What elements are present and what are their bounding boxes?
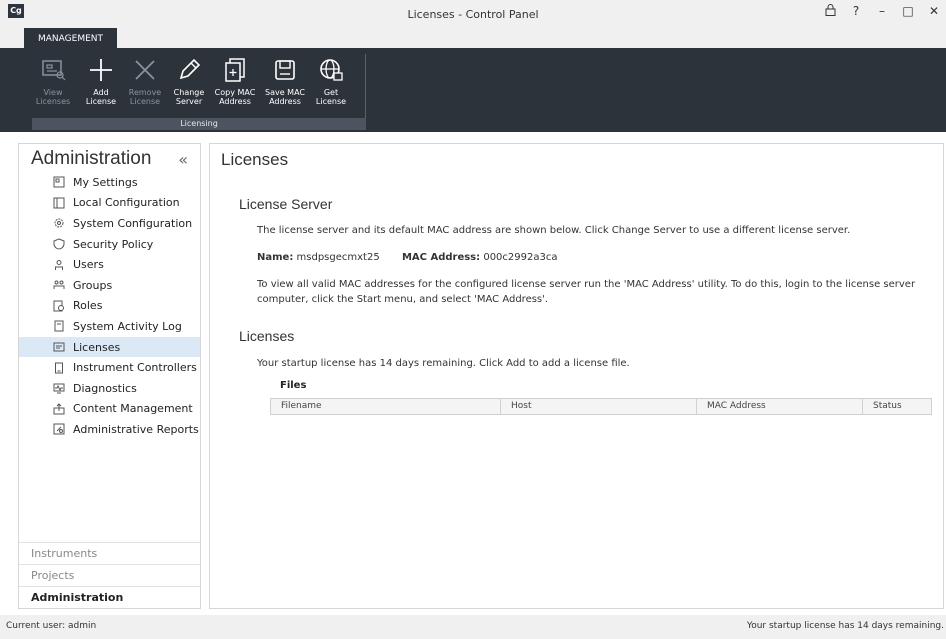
- local-config-icon: [53, 197, 65, 209]
- roles-icon: [53, 300, 64, 312]
- content-icon: [53, 403, 65, 415]
- sidebar-item-system-activity-log[interactable]: System Activity Log: [19, 316, 200, 337]
- copy-icon: [225, 58, 245, 82]
- minimize-button[interactable]: –: [876, 4, 888, 19]
- save-mac-address-button[interactable]: Save MAC Address: [264, 56, 306, 116]
- sidebar-item-security-policy[interactable]: Security Policy: [19, 234, 200, 255]
- sidebar-item-my-settings[interactable]: My Settings: [19, 172, 200, 193]
- mac-label: MAC Address:: [401, 252, 481, 263]
- view-licenses-button[interactable]: View Licenses: [32, 56, 74, 116]
- save-icon: [275, 60, 295, 80]
- column-host[interactable]: Host: [501, 399, 697, 414]
- lock-icon[interactable]: [824, 4, 836, 19]
- server-info: Name: msdpsgecmxt25 MAC Address: 000c299…: [257, 250, 937, 265]
- status-bar: Current user: admin Your startup license…: [0, 615, 946, 639]
- report-icon: [53, 423, 65, 435]
- ribbon-group-label: Licensing: [32, 118, 366, 130]
- settings-icon: [53, 176, 65, 188]
- ribbon: View Licenses Add License Remove License…: [0, 48, 946, 132]
- tab-management[interactable]: MANAGEMENT: [24, 28, 117, 48]
- group-icon: [53, 280, 65, 290]
- nav-sections: Instruments Projects Administration: [19, 542, 200, 608]
- controller-icon: [55, 362, 63, 374]
- licenses-heading: Licenses: [239, 328, 295, 344]
- close-button[interactable]: ✕: [928, 4, 940, 19]
- change-server-button[interactable]: Change Server: [168, 56, 210, 116]
- copy-mac-address-button[interactable]: Copy MAC Address: [214, 56, 256, 116]
- view-licenses-icon: [42, 60, 66, 81]
- status-license-remaining: Your startup license has 14 days remaini…: [746, 621, 944, 631]
- diagnostics-icon: [53, 383, 65, 394]
- user-icon: [55, 259, 63, 270]
- sidebar-item-content-management[interactable]: Content Management: [19, 399, 200, 420]
- collapse-icon[interactable]: «: [178, 150, 188, 169]
- files-label: Files: [280, 380, 307, 391]
- sidebar-list: My Settings Local Configuration System C…: [19, 172, 200, 440]
- window-title: Licenses - Control Panel: [407, 8, 539, 21]
- server-name: msdpsgecmxt25: [296, 252, 380, 263]
- shield-icon: [53, 238, 65, 250]
- ribbon-group-licensing: View Licenses Add License Remove License…: [32, 54, 366, 130]
- mac-help-text: To view all valid MAC addresses for the …: [257, 279, 916, 305]
- add-license-button[interactable]: Add License: [80, 56, 122, 116]
- column-filename[interactable]: Filename: [271, 399, 501, 414]
- nav-section-projects[interactable]: Projects: [19, 564, 200, 586]
- sidebar-item-users[interactable]: Users: [19, 254, 200, 275]
- mac-value: 000c2992a3ca: [483, 252, 558, 263]
- column-mac-address[interactable]: MAC Address: [697, 399, 863, 414]
- sidebar-item-instrument-controllers[interactable]: Instrument Controllers: [19, 357, 200, 378]
- license-server-description: The license server and its default MAC a…: [257, 225, 851, 236]
- page-title: Licenses: [221, 150, 289, 169]
- remove-license-button[interactable]: Remove License: [124, 56, 166, 116]
- title-bar: Cg Licenses - Control Panel ? – □ ✕ MANA…: [0, 0, 946, 48]
- x-icon: [135, 60, 155, 80]
- log-icon: [54, 320, 64, 332]
- status-current-user: Current user: admin: [6, 621, 97, 631]
- sidebar-item-licenses[interactable]: Licenses: [19, 336, 200, 358]
- sidebar-item-administrative-reports[interactable]: Administrative Reports: [19, 419, 200, 440]
- sidebar-item-system-configuration[interactable]: System Configuration: [19, 213, 200, 234]
- plus-icon: [90, 59, 112, 81]
- help-button[interactable]: ?: [850, 4, 862, 19]
- column-status[interactable]: Status: [863, 399, 931, 414]
- sidebar-item-local-configuration[interactable]: Local Configuration: [19, 193, 200, 214]
- files-table-header: Filename Host MAC Address Status: [270, 398, 932, 415]
- main-content: Licenses License Server The license serv…: [209, 143, 944, 609]
- sidebar-title: Administration: [31, 148, 152, 169]
- sidebar-item-diagnostics[interactable]: Diagnostics: [19, 378, 200, 399]
- startup-license-text: Your startup license has 14 days remaini…: [257, 358, 630, 369]
- sidebar-item-roles[interactable]: Roles: [19, 296, 200, 317]
- license-server-heading: License Server: [239, 196, 333, 212]
- name-label: Name:: [257, 252, 294, 263]
- gear-icon: [54, 218, 64, 228]
- nav-section-administration[interactable]: Administration: [19, 586, 200, 608]
- maximize-button[interactable]: □: [902, 4, 914, 19]
- nav-section-instruments[interactable]: Instruments: [19, 542, 200, 564]
- license-icon: [53, 342, 65, 352]
- sidebar: Administration « My Settings Local Confi…: [18, 143, 201, 609]
- get-license-button[interactable]: Get License: [310, 56, 352, 116]
- globe-icon: [320, 59, 343, 81]
- window-controls: ? – □ ✕: [824, 4, 940, 19]
- sidebar-item-groups[interactable]: Groups: [19, 275, 200, 296]
- pencil-icon: [179, 58, 201, 80]
